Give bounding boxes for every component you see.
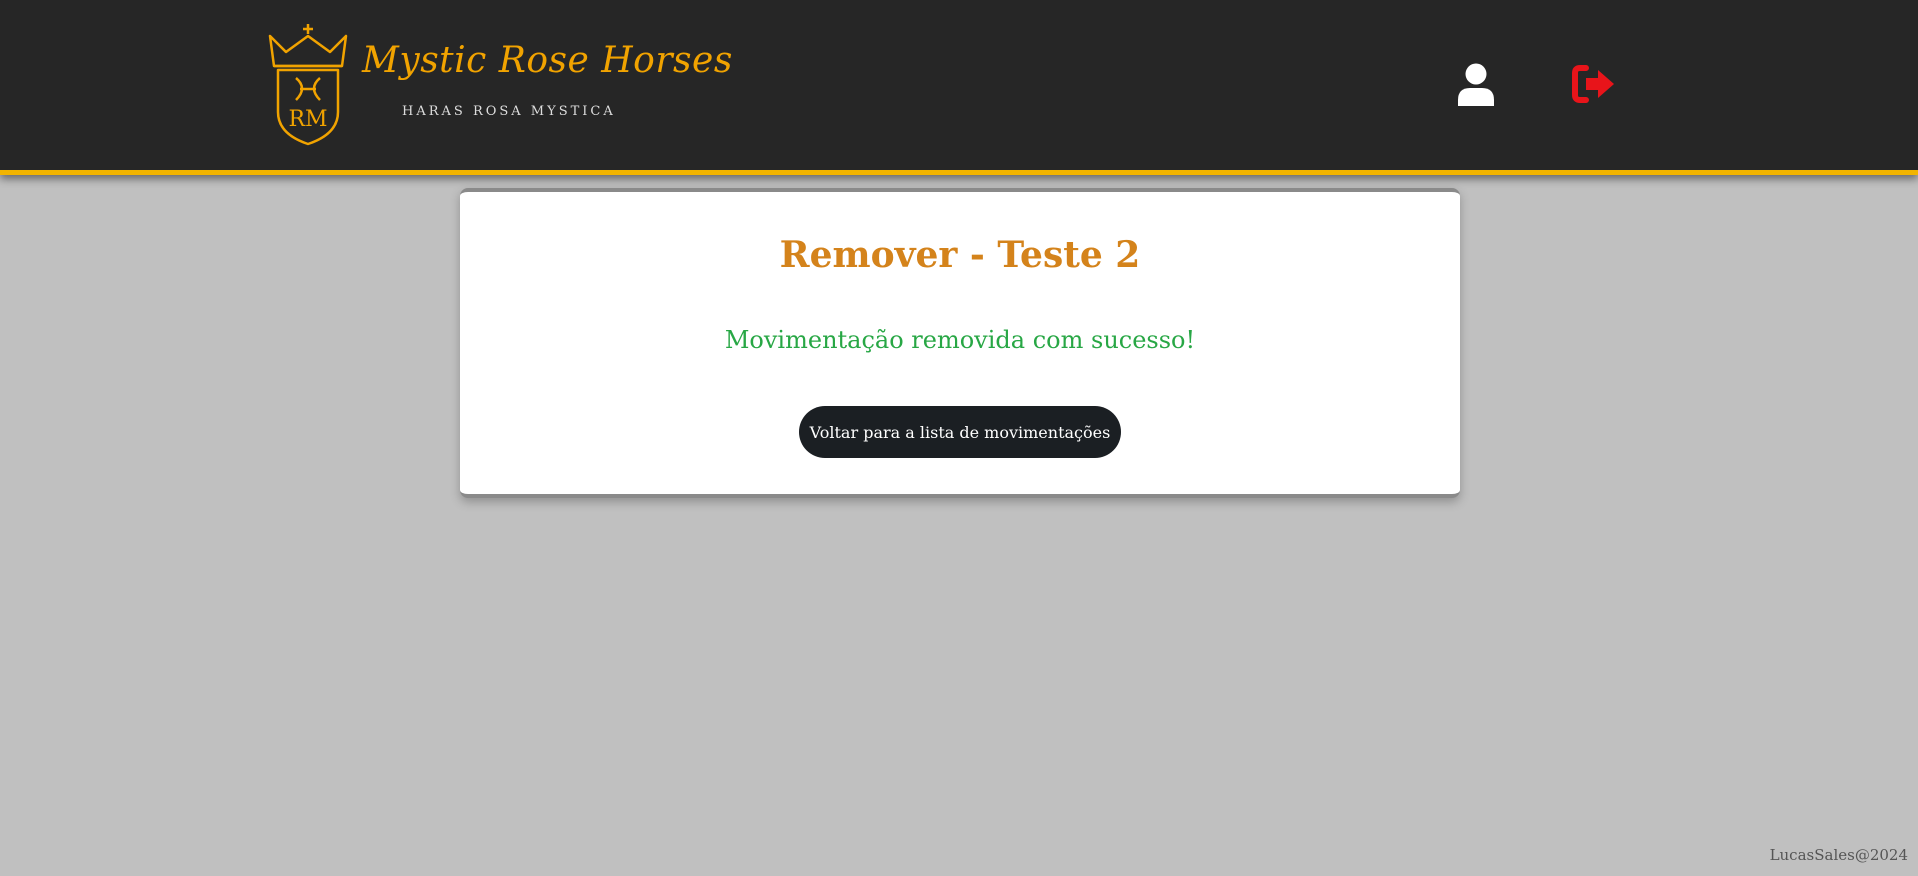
success-message: Movimentação removida com sucesso! <box>724 326 1196 354</box>
user-icon <box>1458 63 1494 106</box>
removal-result-card: Remover - Teste 2 Movimentação removida … <box>460 188 1460 498</box>
sign-out-icon <box>1572 65 1614 103</box>
profile-button[interactable] <box>1456 62 1496 106</box>
back-to-list-button[interactable]: Voltar para a lista de movimentações <box>799 406 1121 458</box>
brand-name: Mystic Rose Horses <box>362 40 733 81</box>
logout-button[interactable] <box>1572 64 1616 104</box>
page-title: Remover - Teste 2 <box>779 234 1141 276</box>
top-navbar: RM Mystic Rose Horses HARAS ROSA MYSTICA <box>0 0 1918 175</box>
footer-credit: LucasSales@2024 <box>1769 846 1908 864</box>
crown-crest-icon: RM <box>268 24 348 146</box>
svg-text:RM: RM <box>288 107 327 132</box>
brand-subtitle: HARAS ROSA MYSTICA <box>402 104 616 119</box>
brand-logo[interactable]: RM Mystic Rose Horses HARAS ROSA MYSTICA <box>266 22 732 150</box>
